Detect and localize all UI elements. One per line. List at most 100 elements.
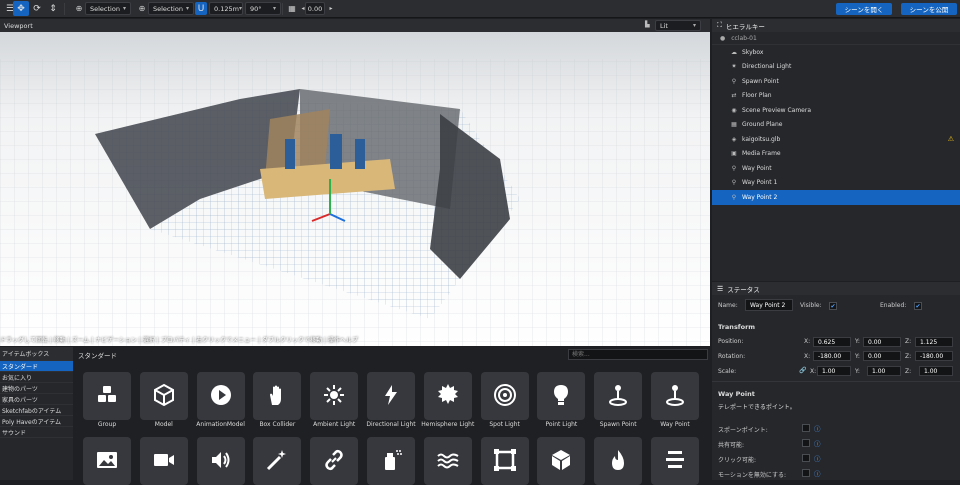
increment-icon[interactable]: ▸ [325, 2, 337, 15]
info-icon[interactable]: ⓘ [814, 453, 821, 463]
hierarchy-list: ☁ Skybox ✷ Directional Light ⚲ Spawn Point ⇄ Fl… [712, 45, 960, 205]
viewport-header: Viewport ▙ Lit ▾ [0, 19, 710, 32]
item-tile[interactable] [480, 372, 529, 420]
image-icon [95, 448, 119, 474]
item-tile-label: Model [154, 421, 173, 428]
name-input[interactable]: Way Point 2 [745, 299, 793, 311]
visible-checkbox[interactable]: ✔ [829, 302, 837, 310]
viewport-panel[interactable]: Viewport ▙ Lit ▾ ドラッグして回転 | 移動 | ズーム | ナビ… [0, 19, 710, 346]
pivot-mode-select[interactable]: Selection ▾ [148, 2, 194, 15]
hierarchy-item-label: Spawn Point [742, 77, 779, 85]
open-scene-button[interactable]: シーンを開く [836, 3, 892, 15]
item-tile[interactable] [367, 437, 415, 485]
item-tile[interactable] [196, 437, 245, 485]
scale-x-input[interactable]: 1.00 [817, 366, 851, 376]
chevron-down-icon: ▾ [238, 5, 242, 12]
item-tile[interactable] [310, 372, 359, 420]
snap-distance-select[interactable]: 0.125m ▾ [209, 2, 243, 15]
item-tile[interactable] [537, 437, 586, 485]
warning-icon[interactable]: ⚠ [948, 135, 954, 143]
hierarchy-item[interactable]: ⚲ Way Point [712, 161, 960, 176]
waypoint-description: テレポートできるポイント。 [718, 404, 796, 411]
item-tile[interactable] [367, 372, 415, 420]
item-tile[interactable] [139, 437, 188, 485]
hierarchy-item[interactable]: ◉ Scene Preview Camera [712, 103, 960, 118]
item-tile[interactable] [253, 372, 302, 420]
hierarchy-item-label: Floor Plan [742, 92, 772, 100]
option-shareable-label: 共有可能: [718, 442, 745, 449]
rotation-x-input[interactable]: -180.00 [813, 351, 851, 361]
info-icon[interactable]: ⓘ [814, 423, 821, 433]
hierarchy-item[interactable]: ▣ Media Frame [712, 147, 960, 162]
item-tile[interactable] [310, 437, 359, 485]
category-item[interactable]: お気に入り [0, 372, 73, 383]
status-panel: ☰ ステータス Name: Way Point 2 Visible: ✔ Enab… [712, 282, 960, 480]
snap-angle-select[interactable]: 90° ▾ [245, 2, 281, 15]
snap-toggle-icon[interactable]: U [195, 2, 207, 15]
option-motion-checkbox[interactable] [802, 469, 810, 477]
info-icon[interactable]: ⓘ [814, 468, 821, 478]
item-tile[interactable] [594, 372, 643, 420]
scale-y-input[interactable]: 1.00 [867, 366, 901, 376]
viewport-help-caption: ドラッグして回転 | 移動 | ズーム | ナビゲーション | 選択 | プロパ… [0, 337, 358, 344]
category-item[interactable]: サウンド [0, 427, 73, 438]
hierarchy-item[interactable]: ▦ Ground Plane [712, 118, 960, 133]
position-y-input[interactable]: 0.00 [863, 337, 901, 347]
item-tile[interactable] [423, 372, 472, 420]
category-item[interactable]: 家具のパーツ [0, 394, 73, 405]
option-spawn-checkbox[interactable] [802, 424, 810, 432]
enabled-label: Enabled: [880, 302, 907, 309]
item-tile[interactable] [594, 437, 643, 485]
model-icon [152, 383, 176, 409]
render-mode-icon: ▙ [645, 21, 650, 28]
scale-link-icon[interactable]: 🔗 [799, 367, 806, 374]
item-tile[interactable] [139, 372, 188, 420]
move-tool-icon[interactable]: ✥ [13, 1, 29, 16]
hierarchy-item[interactable]: ◈ kaigoitsu.glb ⚠ [712, 132, 960, 147]
hierarchy-item[interactable]: ⚲ Way Point 2 [712, 190, 960, 205]
hierarchy-item[interactable]: ✷ Directional Light [712, 60, 960, 75]
item-tile[interactable] [196, 372, 245, 420]
frame-icon [493, 448, 517, 474]
scale-tool-icon[interactable]: ⇕ [45, 1, 61, 16]
category-item[interactable]: 建物のパーツ [0, 383, 73, 394]
position-x-input[interactable]: 0.625 [813, 337, 851, 347]
enabled-checkbox[interactable]: ✔ [914, 302, 922, 310]
scale-z-input[interactable]: 1.00 [919, 366, 953, 376]
item-tile-label: Point Light [545, 421, 578, 428]
hierarchy-item[interactable]: ⚲ Spawn Point [712, 74, 960, 89]
option-shareable-checkbox[interactable] [802, 439, 810, 447]
hierarchy-item-label: Way Point [742, 164, 772, 172]
position-z-input[interactable]: 1.125 [915, 337, 953, 347]
hierarchy-root[interactable]: ● cclab-01 [712, 32, 960, 45]
item-tile[interactable] [651, 437, 699, 485]
publish-scene-button[interactable]: シーンを公開 [901, 3, 957, 15]
hierarchy-item[interactable]: ⇄ Floor Plan [712, 89, 960, 104]
option-clickable-checkbox[interactable] [802, 454, 810, 462]
item-tile[interactable] [253, 437, 302, 485]
category-item[interactable]: スタンダード [0, 361, 73, 372]
info-icon[interactable]: ⓘ [814, 438, 821, 448]
render-mode-select[interactable]: Lit ▾ [655, 20, 701, 31]
item-tile[interactable] [423, 437, 472, 485]
visible-label: Visible: [800, 302, 822, 309]
rotation-y-input[interactable]: 0.00 [863, 351, 901, 361]
category-item[interactable]: Sketchfabのアイテム [0, 405, 73, 416]
rotate-tool-icon[interactable]: ⟳ [29, 1, 45, 16]
directional-light-icon [379, 383, 403, 409]
transform-mode-select[interactable]: Selection ▾ [85, 2, 131, 15]
item-tile-label: Group [97, 421, 117, 428]
item-tile[interactable] [537, 372, 586, 420]
chair [285, 139, 295, 169]
category-item[interactable]: Poly Haveのアイテム [0, 416, 73, 427]
hierarchy-item[interactable]: ☁ Skybox [712, 45, 960, 60]
scene-canvas[interactable] [0, 19, 710, 346]
item-tile[interactable] [480, 437, 529, 485]
grid-offset-input[interactable]: 0.00 [305, 2, 325, 15]
itembox-search-input[interactable] [568, 349, 708, 360]
item-tile[interactable] [651, 372, 699, 420]
rotation-z-input[interactable]: -180.00 [915, 351, 953, 361]
item-tile[interactable] [83, 437, 131, 485]
hierarchy-item[interactable]: ⚲ Way Point 1 [712, 176, 960, 191]
item-tile[interactable] [83, 372, 131, 420]
